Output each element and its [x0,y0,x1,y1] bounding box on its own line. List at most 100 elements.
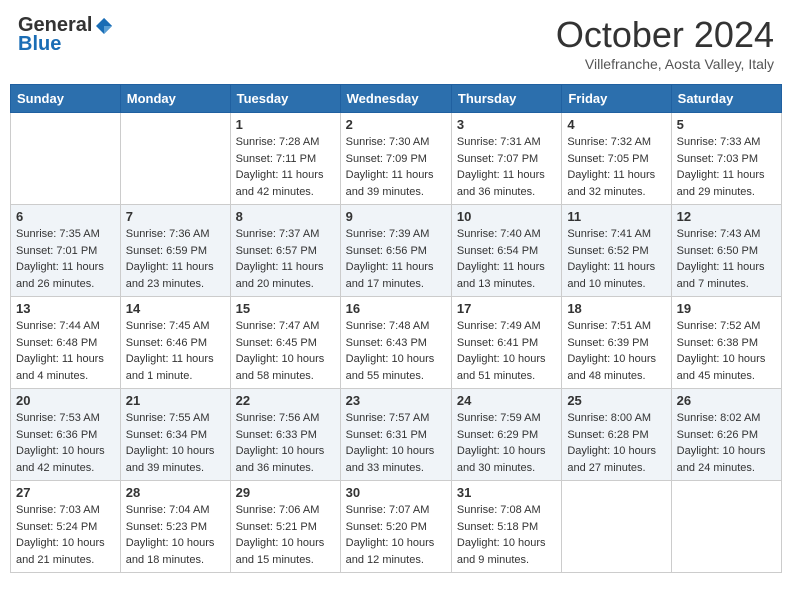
sunset-text: Sunset: 6:41 PM [457,337,538,349]
calendar-cell: 2 Sunrise: 7:30 AM Sunset: 7:09 PM Dayli… [340,113,451,205]
day-number: 2 [346,117,446,132]
sunrise-text: Sunrise: 7:56 AM [236,412,320,424]
daylight-text: Daylight: 10 hours and 12 minutes. [346,537,435,566]
day-info: Sunrise: 7:53 AM Sunset: 6:36 PM Dayligh… [16,410,115,476]
day-number: 25 [567,393,665,408]
sunset-text: Sunset: 6:36 PM [16,429,97,441]
day-info: Sunrise: 7:36 AM Sunset: 6:59 PM Dayligh… [126,226,225,292]
logo-text-blue: Blue [18,33,61,56]
sunrise-text: Sunrise: 7:04 AM [126,504,210,516]
day-number: 20 [16,393,115,408]
daylight-text: Daylight: 11 hours and 20 minutes. [236,261,324,290]
sunset-text: Sunset: 7:07 PM [457,153,538,165]
calendar-week-3: 13 Sunrise: 7:44 AM Sunset: 6:48 PM Dayl… [11,297,782,389]
sunset-text: Sunset: 6:56 PM [346,245,427,257]
day-info: Sunrise: 7:49 AM Sunset: 6:41 PM Dayligh… [457,318,556,384]
day-number: 22 [236,393,335,408]
sunset-text: Sunset: 6:29 PM [457,429,538,441]
sunset-text: Sunset: 7:09 PM [346,153,427,165]
sunrise-text: Sunrise: 8:02 AM [677,412,761,424]
day-number: 7 [126,209,225,224]
location-subtitle: Villefranche, Aosta Valley, Italy [556,56,774,72]
day-number: 27 [16,485,115,500]
sunrise-text: Sunrise: 7:28 AM [236,136,320,148]
calendar-cell: 10 Sunrise: 7:40 AM Sunset: 6:54 PM Dayl… [451,205,561,297]
calendar-cell: 29 Sunrise: 7:06 AM Sunset: 5:21 PM Dayl… [230,481,340,573]
calendar-cell: 1 Sunrise: 7:28 AM Sunset: 7:11 PM Dayli… [230,113,340,205]
calendar-cell: 3 Sunrise: 7:31 AM Sunset: 7:07 PM Dayli… [451,113,561,205]
day-number: 10 [457,209,556,224]
sunset-text: Sunset: 7:11 PM [236,153,317,165]
daylight-text: Daylight: 10 hours and 33 minutes. [346,445,435,474]
sunset-text: Sunset: 5:24 PM [16,521,97,533]
sunset-text: Sunset: 6:34 PM [126,429,207,441]
sunset-text: Sunset: 6:26 PM [677,429,758,441]
day-number: 1 [236,117,335,132]
sunset-text: Sunset: 6:43 PM [346,337,427,349]
day-number: 8 [236,209,335,224]
calendar-cell: 13 Sunrise: 7:44 AM Sunset: 6:48 PM Dayl… [11,297,121,389]
day-info: Sunrise: 7:39 AM Sunset: 6:56 PM Dayligh… [346,226,446,292]
logo-icon [94,16,114,36]
calendar-cell: 19 Sunrise: 7:52 AM Sunset: 6:38 PM Dayl… [671,297,781,389]
day-number: 21 [126,393,225,408]
day-info: Sunrise: 7:06 AM Sunset: 5:21 PM Dayligh… [236,502,335,568]
daylight-text: Daylight: 11 hours and 29 minutes. [677,169,765,198]
day-info: Sunrise: 8:02 AM Sunset: 6:26 PM Dayligh… [677,410,776,476]
calendar-cell: 5 Sunrise: 7:33 AM Sunset: 7:03 PM Dayli… [671,113,781,205]
day-info: Sunrise: 7:07 AM Sunset: 5:20 PM Dayligh… [346,502,446,568]
calendar-week-2: 6 Sunrise: 7:35 AM Sunset: 7:01 PM Dayli… [11,205,782,297]
day-number: 15 [236,301,335,316]
calendar-cell: 24 Sunrise: 7:59 AM Sunset: 6:29 PM Dayl… [451,389,561,481]
logo: General Blue [18,14,114,56]
calendar-cell: 7 Sunrise: 7:36 AM Sunset: 6:59 PM Dayli… [120,205,230,297]
sunrise-text: Sunrise: 7:53 AM [16,412,100,424]
weekday-header-friday: Friday [562,85,671,113]
day-info: Sunrise: 7:41 AM Sunset: 6:52 PM Dayligh… [567,226,665,292]
calendar-cell: 11 Sunrise: 7:41 AM Sunset: 6:52 PM Dayl… [562,205,671,297]
sunrise-text: Sunrise: 7:45 AM [126,320,210,332]
sunset-text: Sunset: 6:28 PM [567,429,648,441]
sunset-text: Sunset: 6:50 PM [677,245,758,257]
sunset-text: Sunset: 6:52 PM [567,245,648,257]
daylight-text: Daylight: 11 hours and 26 minutes. [16,261,104,290]
sunset-text: Sunset: 6:48 PM [16,337,97,349]
sunrise-text: Sunrise: 7:33 AM [677,136,761,148]
day-info: Sunrise: 7:44 AM Sunset: 6:48 PM Dayligh… [16,318,115,384]
sunset-text: Sunset: 6:33 PM [236,429,317,441]
daylight-text: Daylight: 10 hours and 36 minutes. [236,445,325,474]
daylight-text: Daylight: 10 hours and 9 minutes. [457,537,546,566]
day-info: Sunrise: 7:35 AM Sunset: 7:01 PM Dayligh… [16,226,115,292]
daylight-text: Daylight: 11 hours and 4 minutes. [16,353,104,382]
title-section: October 2024 Villefranche, Aosta Valley,… [556,14,774,72]
sunset-text: Sunset: 5:18 PM [457,521,538,533]
day-info: Sunrise: 7:31 AM Sunset: 7:07 PM Dayligh… [457,134,556,200]
day-number: 14 [126,301,225,316]
sunset-text: Sunset: 6:46 PM [126,337,207,349]
day-info: Sunrise: 7:43 AM Sunset: 6:50 PM Dayligh… [677,226,776,292]
daylight-text: Daylight: 10 hours and 27 minutes. [567,445,656,474]
calendar-cell: 16 Sunrise: 7:48 AM Sunset: 6:43 PM Dayl… [340,297,451,389]
calendar-cell: 9 Sunrise: 7:39 AM Sunset: 6:56 PM Dayli… [340,205,451,297]
day-info: Sunrise: 7:52 AM Sunset: 6:38 PM Dayligh… [677,318,776,384]
sunset-text: Sunset: 6:57 PM [236,245,317,257]
day-info: Sunrise: 7:30 AM Sunset: 7:09 PM Dayligh… [346,134,446,200]
day-number: 23 [346,393,446,408]
daylight-text: Daylight: 11 hours and 36 minutes. [457,169,545,198]
sunrise-text: Sunrise: 7:48 AM [346,320,430,332]
day-info: Sunrise: 7:51 AM Sunset: 6:39 PM Dayligh… [567,318,665,384]
sunset-text: Sunset: 5:20 PM [346,521,427,533]
sunrise-text: Sunrise: 7:44 AM [16,320,100,332]
sunset-text: Sunset: 6:31 PM [346,429,427,441]
daylight-text: Daylight: 10 hours and 55 minutes. [346,353,435,382]
calendar-cell: 21 Sunrise: 7:55 AM Sunset: 6:34 PM Dayl… [120,389,230,481]
day-number: 30 [346,485,446,500]
day-number: 11 [567,209,665,224]
weekday-header-tuesday: Tuesday [230,85,340,113]
daylight-text: Daylight: 10 hours and 21 minutes. [16,537,105,566]
day-info: Sunrise: 7:08 AM Sunset: 5:18 PM Dayligh… [457,502,556,568]
day-info: Sunrise: 7:32 AM Sunset: 7:05 PM Dayligh… [567,134,665,200]
calendar-table: SundayMondayTuesdayWednesdayThursdayFrid… [10,84,782,573]
calendar-cell: 30 Sunrise: 7:07 AM Sunset: 5:20 PM Dayl… [340,481,451,573]
daylight-text: Daylight: 11 hours and 32 minutes. [567,169,655,198]
